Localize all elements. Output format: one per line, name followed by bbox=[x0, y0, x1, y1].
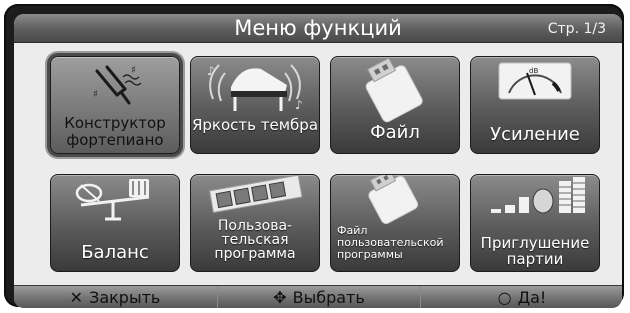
page-title: Меню функций bbox=[234, 16, 402, 40]
tile-user-program-file[interactable]: Файл пользовательской программы bbox=[330, 174, 460, 272]
tile-label: Усиление bbox=[490, 124, 580, 145]
close-label: Закрыть bbox=[89, 288, 161, 307]
header-bar: Меню функций Стр. 1/3 bbox=[14, 14, 622, 43]
svg-text:♯: ♯ bbox=[93, 89, 98, 100]
svg-text:dB: dB bbox=[529, 67, 538, 75]
circle-icon: ○ bbox=[497, 287, 512, 307]
tile-gain[interactable]: dB Усиление bbox=[470, 56, 600, 154]
tile-label: Конструктор фортепиано bbox=[64, 114, 166, 149]
tile-label: Файл пользовательской программы bbox=[337, 224, 444, 261]
dpad-arrows-icon: ✥ bbox=[273, 287, 287, 307]
svg-text:♯: ♯ bbox=[131, 65, 136, 76]
ok-button[interactable]: ○ Да! bbox=[420, 286, 622, 308]
tile-label: Приглушение партии bbox=[480, 234, 590, 268]
footer-bar: ✕ Закрыть ✥ Выбрать ○ Да! bbox=[14, 285, 622, 308]
device-frame: Меню функций Стр. 1/3 ♯ ♯ Конструктор фо… bbox=[4, 4, 624, 308]
select-label: Выбрать bbox=[292, 288, 365, 307]
page-indicator: Стр. 1/3 bbox=[547, 21, 606, 37]
svg-text:♪: ♪ bbox=[295, 98, 303, 112]
tile-tone-brightness[interactable]: ♪ ♪ Яркость тембра bbox=[190, 56, 320, 154]
tile-label: Пользова- тельская программа bbox=[214, 218, 296, 262]
tile-balance[interactable]: Баланс bbox=[50, 174, 180, 272]
ok-label: Да! bbox=[517, 288, 547, 307]
svg-text:♪: ♪ bbox=[207, 64, 215, 78]
tile-label: Файл bbox=[370, 122, 420, 143]
tile-label: Яркость тембра bbox=[191, 116, 319, 134]
piano-icon: ♪ ♪ bbox=[207, 64, 303, 112]
tile-label: Баланс bbox=[81, 242, 149, 263]
tile-part-mute[interactable]: Приглушение партии bbox=[470, 174, 600, 272]
close-button[interactable]: ✕ Закрыть bbox=[14, 286, 216, 308]
tile-user-program[interactable]: Пользова- тельская программа bbox=[190, 174, 320, 272]
function-menu-screen: Меню функций Стр. 1/3 ♯ ♯ Конструктор фо… bbox=[14, 14, 622, 308]
close-icon: ✕ bbox=[69, 287, 84, 307]
tile-piano-designer[interactable]: ♯ ♯ Конструктор фортепиано bbox=[50, 56, 180, 154]
select-button[interactable]: ✥ Выбрать bbox=[217, 286, 420, 308]
tile-file[interactable]: Файл bbox=[330, 56, 460, 154]
